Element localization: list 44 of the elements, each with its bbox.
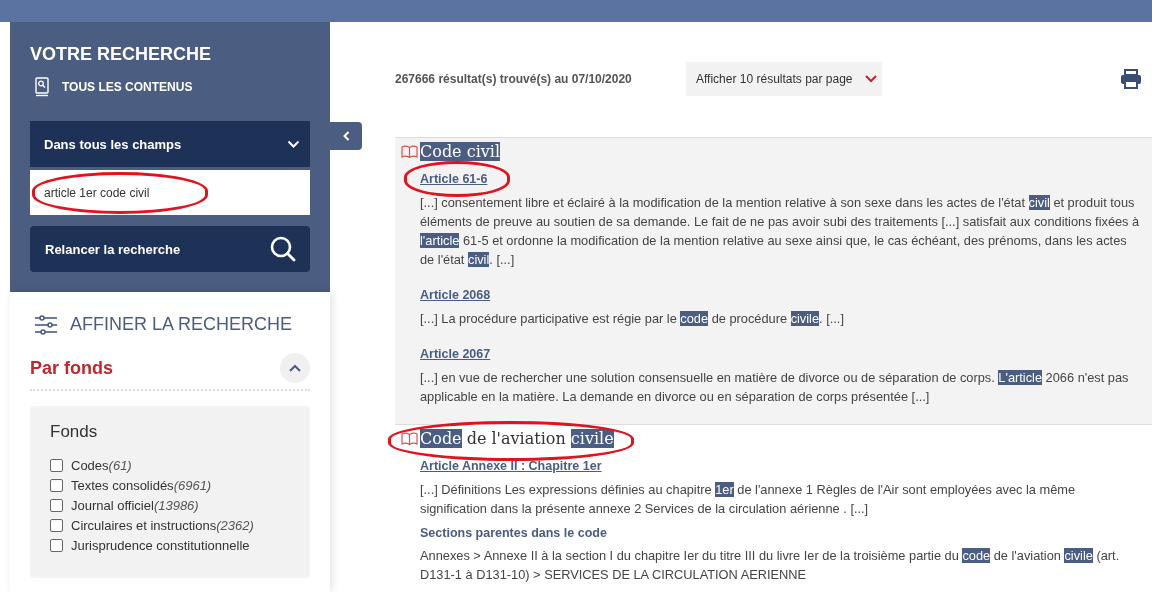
section-path: Annexes > Annexe II à la section I du chapitre Ier du titre III du livre Ier de la troisième partie du code de l'aviation civile (art. D131-1 à D131-10) > SERVICES DE LA CIRCULATION AERIENNE (420, 547, 1121, 584)
article-link[interactable]: Article Annexe II : Chapitre 1er (420, 459, 602, 473)
rerun-search-button[interactable]: Relancer la recherche (30, 226, 310, 272)
collapse-sidebar-button[interactable] (330, 122, 362, 150)
result-group-title[interactable]: Code civil (420, 142, 501, 161)
article-excerpt: [...] en vue de rechercher une solution consensuelle en matière de divorce ou de séparation de corps. L'article 2066 n'est pas applicable en la matière. La demande en divorce ou en séparation de corps présentée [...] (420, 369, 1130, 406)
checkbox[interactable] (50, 539, 63, 552)
checkbox[interactable] (50, 519, 63, 532)
sliders-icon (34, 314, 58, 335)
result-group-title[interactable]: Code de l'aviation civile (420, 429, 614, 448)
article-excerpt: [...] consentement libre et éclairé à la modification de la mention relative à son sexe dans les actes de l'état civil et produit tous éléments de preuve au soutien de sa demande. Le fait de ne pas avoir subi des traitements [...] satisfait aux conditions fixées à l'article 61-5 et ordonne la modification de la mention relative au sexe ainsi que, le cas échéant, des prénoms, dans les actes de l'état civil. [...] (420, 194, 1141, 269)
filter-option[interactable]: Textes consolidés(6961) (71, 478, 212, 493)
book-icon (401, 432, 418, 445)
checkbox[interactable] (50, 499, 63, 512)
scope-label: TOUS LES CONTENUS (62, 80, 193, 94)
article-excerpt: [...] Définitions Les expressions définies au chapitre 1er de l'annexe 1 Règles de l'Air sont employées avec la même signification dans la présente annexe 2 Services de la circulation aérienne . [...] (420, 481, 1077, 518)
page-size-select[interactable]: Afficher 10 résultats par page (686, 62, 882, 96)
chevron-icon (289, 364, 301, 372)
book-search-icon (34, 77, 50, 97)
collapse-toggle[interactable] (280, 353, 310, 383)
refine-title: AFFINER LA RECHERCHE (70, 314, 293, 335)
chevron-left-icon (342, 131, 350, 141)
article-excerpt: [...] La procédure participative est régie par le code de procédure civile. [...] (420, 310, 845, 328)
checkbox[interactable] (50, 479, 63, 492)
article-link[interactable]: Article 61-6 (420, 172, 488, 186)
search-icon (270, 236, 296, 262)
result-count: 267666 résultat(s) trouvé(s) au 07/10/2020 (395, 72, 633, 86)
article-link[interactable]: Article 2067 (420, 347, 491, 361)
book-icon (401, 145, 418, 158)
filter-title: Fonds (50, 422, 99, 442)
panel-title: VOTRE RECHERCHE (30, 44, 213, 65)
article-link[interactable]: Article 2068 (420, 288, 491, 302)
filter-option[interactable]: Codes(61) (71, 458, 132, 473)
section-title: Par fonds (30, 357, 113, 379)
filter-option[interactable]: Jurisprudence constitutionnelle (71, 538, 250, 553)
search-field[interactable]: article 1er code civil (30, 170, 310, 215)
chevron-down-icon (864, 75, 877, 83)
chevron-down-icon (287, 139, 300, 149)
print-icon[interactable] (1120, 69, 1142, 89)
filter-option[interactable]: Circulaires et instructions(2362) (71, 518, 254, 533)
field-dropdown[interactable]: Dans tous les champs (30, 121, 310, 167)
filter-option[interactable]: Journal officiel(13986) (71, 498, 199, 513)
sections-heading: Sections parentes dans le code (420, 526, 608, 540)
checkbox[interactable] (50, 459, 63, 472)
